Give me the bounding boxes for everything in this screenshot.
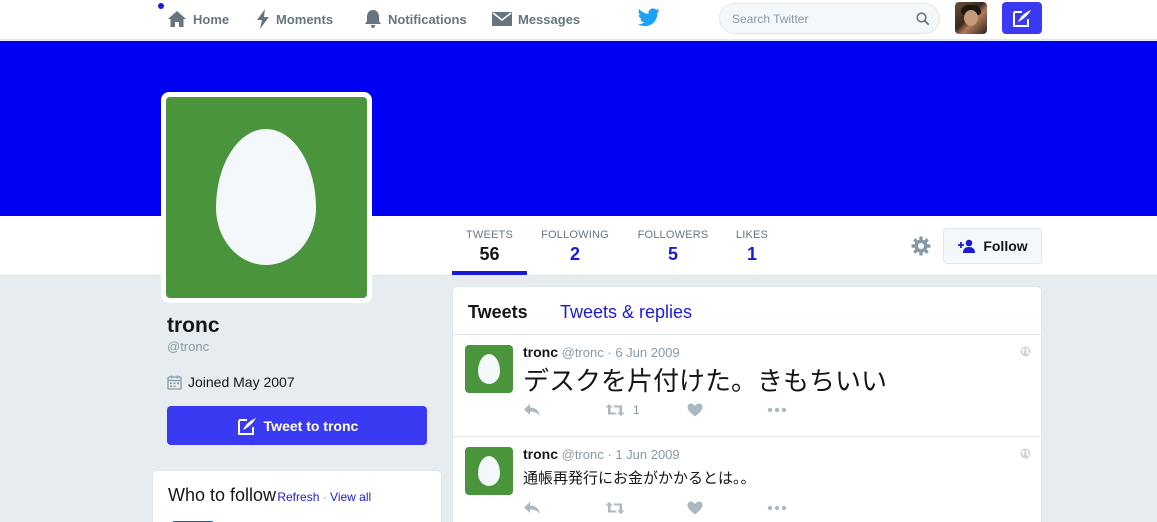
new-items-dot bbox=[158, 3, 164, 9]
nav-notifications[interactable]: Notifications bbox=[364, 0, 467, 38]
tweet-actions bbox=[523, 501, 787, 515]
like-button[interactable] bbox=[687, 501, 767, 515]
more-icon bbox=[767, 407, 787, 413]
compose-icon bbox=[237, 417, 256, 435]
twitter-bird-icon[interactable] bbox=[638, 8, 660, 27]
profile-avatar[interactable] bbox=[161, 92, 372, 303]
joined-label: Joined May 2007 bbox=[188, 374, 295, 390]
tweet-author-handle[interactable]: @tronc bbox=[562, 345, 604, 360]
tweet-avatar[interactable] bbox=[465, 345, 513, 393]
tweet-author-name[interactable]: tronc bbox=[523, 344, 558, 360]
egg-icon bbox=[478, 456, 500, 486]
home-icon bbox=[168, 11, 186, 27]
calendar-icon bbox=[167, 375, 182, 390]
tweet-header: tronc @tronc · 6 Jun 2009 bbox=[523, 344, 680, 360]
bell-icon bbox=[365, 10, 381, 28]
stat-followers-value: 5 bbox=[667, 244, 678, 264]
timeline: Tweets Tweets & replies tronc @tronc · 6… bbox=[452, 286, 1042, 522]
nav-home[interactable]: Home bbox=[167, 0, 229, 38]
tweet[interactable]: tronc @tronc · 1 Jun 2009 通帳再発行にお金がかかるとは… bbox=[453, 437, 1041, 522]
stat-followers[interactable]: FOLLOWERS 5 bbox=[633, 229, 713, 265]
egg-icon bbox=[478, 354, 500, 384]
tweet-actions: 1 bbox=[523, 403, 787, 417]
tweet-author-handle[interactable]: @tronc bbox=[562, 447, 604, 462]
tab-tweets-and-replies[interactable]: Tweets & replies bbox=[560, 302, 692, 323]
reply-button[interactable] bbox=[523, 403, 605, 417]
follow-label: Follow bbox=[983, 238, 1028, 254]
separator: · bbox=[319, 490, 331, 504]
nav-messages[interactable]: Messages bbox=[492, 0, 580, 38]
more-button[interactable] bbox=[767, 407, 787, 413]
tweet-text: デスクを片付けた。きもちいい bbox=[523, 366, 888, 396]
retweet-button[interactable]: 1 bbox=[605, 403, 687, 417]
default-egg-avatar bbox=[166, 97, 367, 298]
gear-icon[interactable] bbox=[910, 235, 932, 257]
tweet-to-button[interactable]: Tweet to tronc bbox=[167, 406, 427, 445]
tweet-date[interactable]: 6 Jun 2009 bbox=[615, 345, 679, 360]
follow-button[interactable]: Follow bbox=[943, 228, 1042, 264]
stat-tweets[interactable]: TWEETS 56 bbox=[452, 229, 527, 265]
globe-icon bbox=[1020, 346, 1031, 357]
nav-notifications-label: Notifications bbox=[388, 11, 467, 27]
nav-messages-label: Messages bbox=[518, 11, 581, 27]
stat-followers-label: FOLLOWERS bbox=[637, 229, 709, 241]
joined-date: Joined May 2007 bbox=[167, 374, 295, 390]
stat-likes[interactable]: LIKES 1 bbox=[732, 229, 772, 265]
reply-button[interactable] bbox=[523, 501, 605, 515]
stat-likes-value: 1 bbox=[746, 244, 757, 264]
search-input[interactable] bbox=[732, 4, 912, 33]
heart-icon bbox=[687, 501, 703, 515]
retweet-button[interactable] bbox=[605, 501, 687, 515]
view-all-link[interactable]: View all bbox=[330, 490, 371, 504]
stat-likes-label: LIKES bbox=[735, 229, 769, 241]
profile-handle[interactable]: @tronc bbox=[167, 339, 209, 354]
top-navigation: Home Moments Notifications Messages bbox=[0, 0, 1157, 40]
tweet-text: 通帳再発行にお金がかかるとは。。 bbox=[523, 470, 756, 487]
retweet-count: 1 bbox=[633, 403, 640, 417]
envelope-icon bbox=[492, 12, 512, 26]
search-icon[interactable] bbox=[916, 12, 929, 25]
reply-icon bbox=[524, 404, 540, 416]
user-avatar[interactable] bbox=[955, 2, 987, 34]
timeline-tabs: Tweets Tweets & replies bbox=[453, 287, 1041, 335]
retweet-icon bbox=[605, 502, 625, 514]
more-icon bbox=[767, 505, 787, 511]
retweet-icon bbox=[605, 404, 625, 416]
who-to-follow-title: Who to follow bbox=[168, 485, 277, 505]
nav-home-label: Home bbox=[193, 11, 230, 27]
tweet-header: tronc @tronc · 1 Jun 2009 bbox=[523, 446, 680, 462]
profile-name[interactable]: tronc bbox=[167, 314, 220, 338]
who-to-follow-module: Who to follow · Refresh · View all bbox=[152, 470, 442, 522]
nav-moments[interactable]: Moments bbox=[256, 0, 333, 38]
stat-tweets-label: TWEETS bbox=[465, 229, 514, 241]
tweet-avatar[interactable] bbox=[465, 447, 513, 495]
nav-moments-label: Moments bbox=[276, 11, 334, 27]
tweet-date[interactable]: 1 Jun 2009 bbox=[615, 447, 679, 462]
tweet-to-label: Tweet to tronc bbox=[263, 417, 359, 434]
stat-following[interactable]: FOLLOWING 2 bbox=[537, 229, 613, 265]
lightning-icon bbox=[257, 9, 269, 29]
compose-icon bbox=[1013, 10, 1031, 27]
reply-icon bbox=[524, 502, 540, 514]
tweet[interactable]: tronc @tronc · 6 Jun 2009 デスクを片付けた。きもちいい… bbox=[453, 335, 1041, 437]
stat-following-value: 2 bbox=[569, 244, 580, 264]
more-button[interactable] bbox=[767, 505, 787, 511]
egg-icon bbox=[216, 129, 316, 265]
heart-icon bbox=[687, 403, 703, 417]
compose-tweet-button[interactable] bbox=[1002, 2, 1042, 34]
add-user-icon bbox=[958, 239, 976, 253]
active-tab-indicator bbox=[452, 271, 527, 275]
tab-tweets[interactable]: Tweets bbox=[468, 302, 528, 323]
refresh-link[interactable]: Refresh bbox=[277, 490, 319, 504]
stat-tweets-value: 56 bbox=[479, 244, 500, 264]
search-box[interactable] bbox=[719, 3, 940, 34]
who-to-follow-links: · Refresh · View all bbox=[270, 490, 371, 504]
globe-icon bbox=[1020, 448, 1031, 459]
like-button[interactable] bbox=[687, 403, 767, 417]
stat-following-label: FOLLOWING bbox=[541, 229, 609, 241]
tweet-author-name[interactable]: tronc bbox=[523, 446, 558, 462]
